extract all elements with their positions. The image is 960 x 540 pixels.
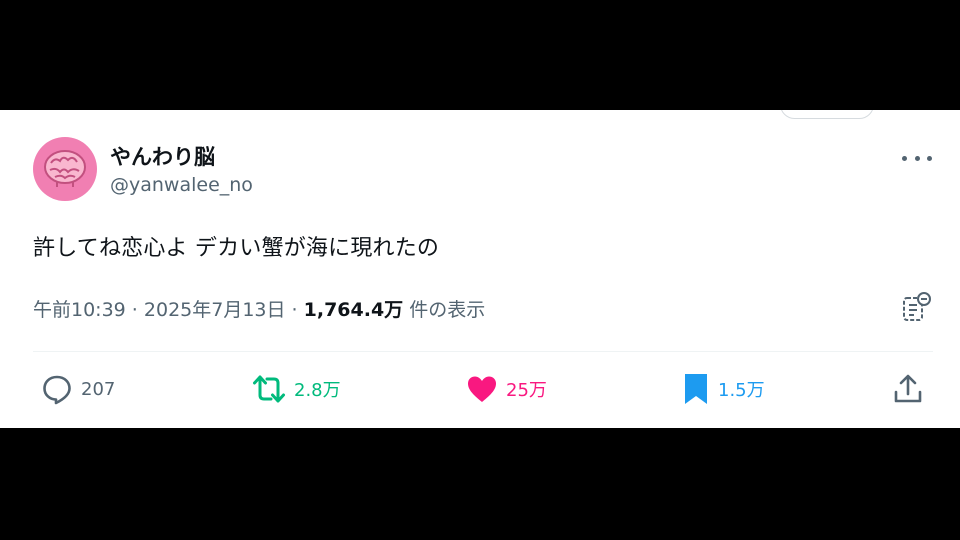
user-handle[interactable]: @yanwalee_no: [110, 174, 253, 196]
like-button[interactable]: 25万: [466, 372, 547, 406]
reply-button[interactable]: 207: [41, 372, 115, 406]
tweet-date[interactable]: 2025年7月13日: [144, 299, 286, 321]
reply-count: 207: [81, 378, 116, 400]
retweet-button[interactable]: 2.8万: [252, 372, 341, 406]
heart-icon: [468, 376, 496, 402]
bookmark-icon: [685, 374, 707, 404]
display-name[interactable]: やんわり脳: [110, 141, 215, 171]
divider: [33, 351, 933, 352]
tweet-card: やんわり脳 @yanwalee_no 許してね恋心よ デカい蟹が海に現れたの 午…: [0, 110, 960, 428]
retweet-icon: [253, 375, 285, 403]
like-count: 25万: [506, 380, 547, 401]
tweet-time[interactable]: 午前10:39: [33, 299, 126, 321]
more-icon[interactable]: [902, 150, 932, 166]
share-button[interactable]: [893, 372, 931, 406]
retweet-count: 2.8万: [294, 380, 341, 401]
floating-pill-button[interactable]: [780, 110, 874, 119]
reply-icon: [43, 375, 71, 405]
share-icon: [894, 374, 922, 403]
tweet-text: 許してね恋心よ デカい蟹が海に現れたの: [33, 236, 440, 261]
avatar[interactable]: [33, 137, 97, 201]
analytics-icon[interactable]: [900, 291, 934, 325]
meta-separator: ·: [125, 299, 144, 321]
view-count-label: 件の表示: [403, 299, 486, 321]
brain-avatar-icon: [44, 150, 86, 187]
view-count: 1,764.4万: [303, 299, 404, 321]
bookmark-button[interactable]: 1.5万: [682, 372, 765, 406]
tweet-meta: 午前10:39 · 2025年7月13日 · 1,764.4万 件の表示: [33, 295, 485, 322]
bookmark-count: 1.5万: [718, 380, 765, 401]
meta-separator: ·: [285, 299, 304, 321]
